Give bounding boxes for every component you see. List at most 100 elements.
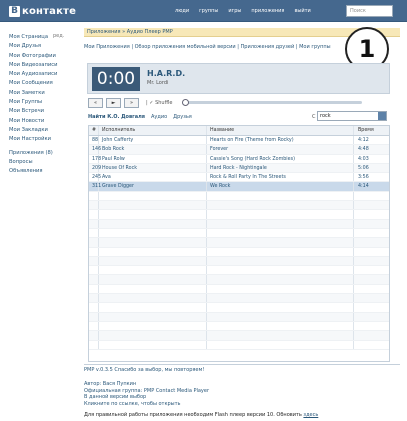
sidebar-item-questions[interactable]: Вопросы — [9, 158, 71, 167]
empty-cell — [207, 191, 354, 201]
sidebar-item-friends[interactable]: Мои Друзья — [9, 42, 71, 51]
empty-cell — [207, 294, 354, 303]
top-bar: В контакте люди группы игры приложения в… — [0, 0, 407, 22]
footer-hint: Кликните по ссылке, чтобы открыть — [84, 400, 181, 407]
track-duration: 3:56 — [358, 175, 369, 181]
sidebar-item-audio[interactable]: Мои Аудиозаписи — [9, 70, 71, 79]
empty-cell — [207, 219, 354, 228]
empty-cell — [89, 266, 99, 275]
track-artist-cell: John Cafferty — [99, 136, 207, 145]
empty-cell — [99, 294, 207, 303]
flash-notice-text: Для правильной работы приложения необход… — [84, 412, 302, 418]
flash-update-link[interactable]: здесь — [303, 412, 318, 418]
audio-tabs: Найти К.О. Довгаля Аудио Друзья С rock — [88, 111, 390, 122]
footer-version[interactable]: PMP v.0.3.5 Спасибо за выбор, мы повторя… — [84, 366, 400, 374]
track-number: 245 — [89, 173, 101, 182]
nav-item-apps[interactable]: приложения — [251, 8, 284, 14]
empty-cell — [354, 257, 389, 265]
track-duration: 5:06 — [358, 165, 369, 171]
nav-item-games[interactable]: игры — [228, 8, 241, 14]
empty-cell — [207, 275, 354, 284]
col-artist[interactable]: Исполнитель — [99, 126, 207, 135]
empty-cell — [207, 256, 354, 266]
empty-cell — [99, 266, 207, 275]
empty-cell — [89, 303, 99, 312]
edit-link[interactable]: ред. — [53, 33, 64, 39]
sidebar-item-groups[interactable]: Мои Группы — [9, 98, 71, 107]
top-nav: люди группы игры приложения выйти — [175, 8, 311, 14]
tab-audio[interactable]: Аудио — [151, 114, 167, 120]
empty-cell — [354, 322, 389, 330]
time-display: 0:00 — [92, 67, 140, 91]
progress-knob[interactable] — [182, 99, 190, 106]
tab-search[interactable]: Найти К.О. Довгаля — [88, 114, 145, 120]
track-duration: 4:48 — [358, 147, 369, 153]
progress-slider[interactable] — [182, 99, 363, 106]
next-button[interactable]: » — [124, 97, 139, 108]
flash-notice: Для правильной работы приложения необход… — [84, 412, 400, 418]
empty-cell — [89, 284, 99, 294]
track-title-cell: We Rock — [207, 182, 354, 191]
nav-item-people[interactable]: люди — [175, 8, 189, 14]
track-table: # Исполнитель Название Время 88 John Caff… — [88, 125, 390, 362]
nav-item-groups[interactable]: группы — [199, 8, 218, 14]
sidebar-item-bookmarks[interactable]: Мои Закладки — [9, 126, 71, 135]
col-time[interactable]: Время — [354, 126, 389, 135]
tab-friends[interactable]: Друзья — [173, 114, 192, 120]
filter-input[interactable]: rock — [317, 111, 387, 121]
empty-row — [89, 201, 389, 211]
table-row[interactable]: 209 House Of Rock Hard Rock - Nightingale 5… — [89, 163, 389, 174]
table-row[interactable]: 146 Bob Rock Forever 4:48 — [89, 145, 389, 155]
empty-row — [89, 191, 389, 202]
shuffle-toggle[interactable]: | ✓ Shuffle — [146, 100, 172, 106]
shuffle-label: Shuffle — [155, 99, 173, 106]
table-row[interactable]: 88 John Cafferty Hearts on Fire (Theme fro… — [89, 136, 389, 146]
table-row[interactable]: 245 Ava Rock & Roll Party In The Streets 3:… — [89, 173, 389, 183]
sidebar-item-apps[interactable]: Приложения (8) — [9, 149, 71, 158]
empty-cell — [207, 210, 354, 219]
col-number[interactable]: # — [89, 126, 99, 135]
logo-icon: В — [9, 5, 20, 17]
table-row[interactable]: 311 Grave Digger We Rock 4:14 — [89, 182, 389, 192]
sidebar-item-videos[interactable]: Мои Видеозаписи — [9, 61, 71, 70]
nav-item-logout[interactable]: выйти — [294, 8, 310, 14]
sidebar-item-ads[interactable]: Объявления — [9, 167, 71, 176]
col-title[interactable]: Название — [207, 126, 354, 135]
track-title-cell: Forever — [207, 145, 354, 154]
app-links[interactable]: Мои Приложения | Обзор приложения мобиль… — [84, 44, 331, 50]
footer-info: PMP v.0.3.5 Спасибо за выбор, мы повторя… — [84, 366, 400, 418]
empty-cell — [99, 303, 207, 312]
empty-cell — [354, 303, 389, 311]
track-artist-cell: House Of Rock — [99, 163, 207, 173]
empty-cell — [354, 192, 389, 200]
sidebar-item-settings[interactable]: Мои Настройки — [9, 135, 71, 144]
sidebar-item-events[interactable]: Мои Встречи — [9, 107, 71, 116]
empty-cell — [89, 294, 99, 303]
search-input[interactable]: Поиск — [346, 5, 393, 17]
empty-row — [89, 303, 389, 313]
empty-cell — [207, 321, 354, 331]
track-artist-cell: Ava — [99, 173, 207, 182]
empty-cell — [99, 238, 207, 247]
player-panel: 0:00 H.A.R.D. Mr. Lordi — [87, 63, 390, 94]
sidebar-item-photos[interactable]: Мои Фотографии — [9, 52, 71, 61]
empty-row — [89, 284, 389, 295]
empty-cell — [99, 321, 207, 331]
sidebar-item-notes[interactable]: Мои Заметки — [9, 89, 71, 98]
sidebar-item-news[interactable]: Мои Новости — [9, 117, 71, 126]
track-title-cell: Hard Rock - Nightingale — [207, 163, 354, 173]
empty-cell — [89, 331, 99, 340]
empty-cell — [207, 284, 354, 294]
sidebar-item-messages[interactable]: Мои Сообщения — [9, 79, 71, 88]
empty-cell — [354, 220, 389, 228]
prev-button[interactable]: « — [88, 97, 103, 108]
empty-row — [89, 321, 389, 332]
track-title-cell: Hearts on Fire (Theme from Rocky) — [207, 136, 354, 145]
empty-cell — [89, 228, 99, 238]
track-title-cell: Rock & Roll Party In The Streets — [207, 173, 354, 182]
filter-dropdown-icon[interactable] — [378, 112, 386, 120]
empty-cell — [99, 331, 207, 340]
logo[interactable]: В контакте — [9, 5, 76, 17]
table-row[interactable]: 178 Paul Rolw Cassie's Song (Hard Rock Zom… — [89, 154, 389, 164]
play-button[interactable]: ► — [106, 97, 121, 108]
